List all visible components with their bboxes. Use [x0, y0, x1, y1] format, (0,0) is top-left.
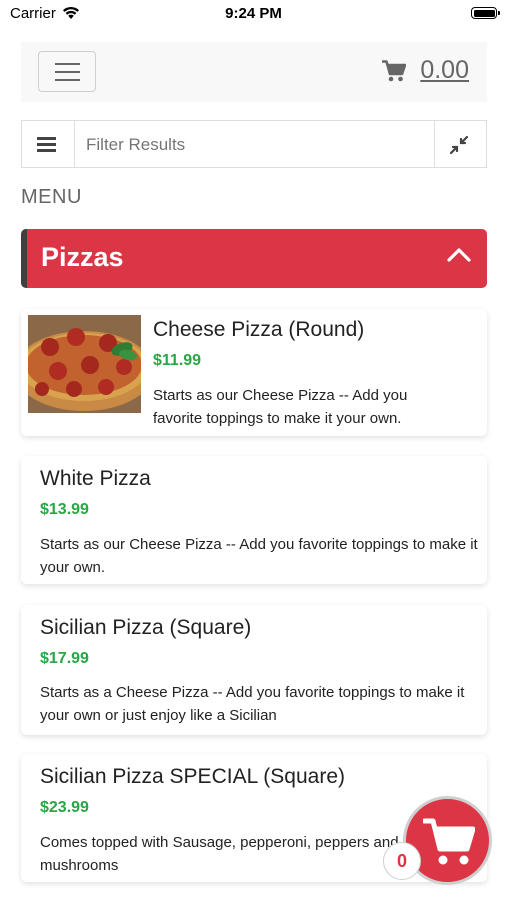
top-navbar: 0.00: [21, 42, 487, 102]
item-price: $17.99: [40, 650, 89, 667]
battery-icon: [471, 7, 500, 19]
list-icon: [37, 137, 56, 140]
menu-toggle-button[interactable]: [38, 51, 96, 92]
item-price: $13.99: [40, 501, 89, 518]
item-price: $11.99: [153, 352, 202, 369]
item-name: Sicilian Pizza SPECIAL (Square): [40, 765, 346, 788]
filter-bar: [21, 120, 487, 168]
category-header-pizzas[interactable]: Pizzas: [21, 229, 487, 288]
item-price: $23.99: [40, 799, 89, 816]
filter-menu-button[interactable]: [22, 121, 75, 167]
menu-item-card[interactable]: Cheese Pizza (Round) $11.99 Starts as ou…: [21, 309, 487, 436]
chevron-up-icon[interactable]: [447, 247, 471, 263]
item-name: White Pizza: [40, 467, 151, 490]
cart-icon: [423, 818, 475, 865]
category-title: Pizzas: [41, 242, 124, 272]
item-photo: [28, 315, 141, 413]
cart-count-badge: 0: [383, 842, 421, 880]
cart-total-link[interactable]: 0.00: [382, 56, 469, 85]
item-description: Comes topped with Sausage, pepperoni, pe…: [40, 834, 399, 874]
cart-total-amount[interactable]: 0.00: [420, 56, 469, 85]
hamburger-icon: [55, 63, 80, 65]
menu-heading: MENU: [21, 186, 82, 208]
item-name: Cheese Pizza (Round): [153, 318, 365, 341]
cart-icon: [382, 59, 407, 81]
item-description: Starts as a Cheese Pizza -- Add you favo…: [40, 684, 465, 724]
item-description: Starts as our Cheese Pizza -- Add you fa…: [40, 536, 478, 576]
filter-input[interactable]: [86, 135, 426, 155]
item-description: Starts as our Cheese Pizza -- Add you fa…: [153, 387, 408, 427]
menu-item-card[interactable]: Sicilian Pizza (Square) $17.99 Starts as…: [21, 605, 487, 735]
item-name: Sicilian Pizza (Square): [40, 616, 252, 639]
clock: 9:24 PM: [225, 5, 282, 22]
menu-item-card[interactable]: White Pizza $13.99 Starts as our Cheese …: [21, 456, 487, 584]
compress-icon: [450, 136, 468, 154]
status-bar: Carrier 9:24 PM: [0, 0, 507, 30]
collapse-button[interactable]: [434, 121, 486, 167]
